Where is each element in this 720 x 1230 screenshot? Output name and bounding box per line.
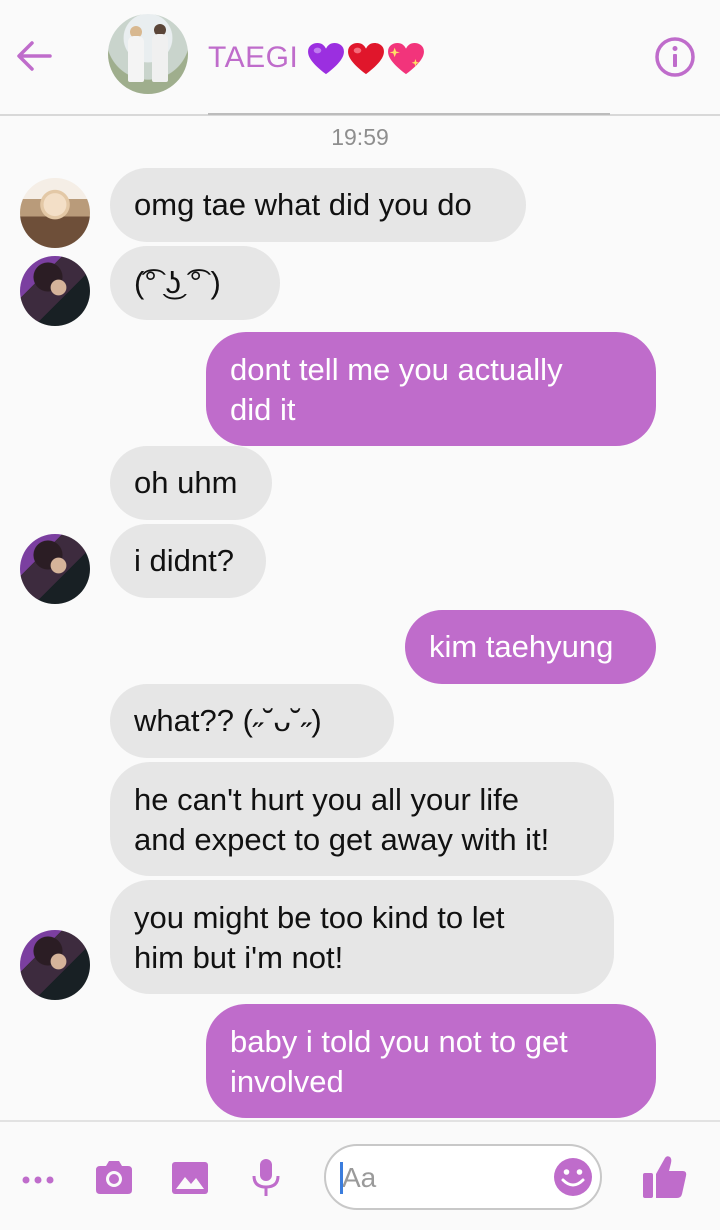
message-input[interactable] <box>340 1156 544 1200</box>
conversation-title[interactable]: TAEGI <box>208 36 298 80</box>
red-heart-icon <box>348 42 384 75</box>
message-text: kim taehyung <box>429 629 614 664</box>
message-bubble[interactable]: i didnt? <box>110 524 266 598</box>
message-text: you might be too kind to let <box>134 900 505 935</box>
message-text: involved <box>230 1064 344 1099</box>
thumbs-up-icon[interactable] <box>640 1152 690 1202</box>
message-text: he can't hurt you all your life <box>134 782 520 817</box>
emoji-icon[interactable] <box>552 1156 594 1198</box>
more-icon[interactable] <box>18 1156 62 1200</box>
camera-icon[interactable] <box>92 1156 136 1200</box>
sparkling-heart-icon <box>388 42 424 75</box>
message-text: did it <box>230 392 296 427</box>
text-caret <box>340 1162 343 1194</box>
message-bubble[interactable]: omg tae what did you do <box>110 168 526 242</box>
microphone-icon[interactable] <box>244 1156 288 1200</box>
sender-avatar[interactable] <box>20 256 90 326</box>
sender-avatar[interactable] <box>20 178 90 248</box>
message-text: and expect to get away with it! <box>134 822 550 857</box>
arrow-left-icon[interactable] <box>14 36 54 76</box>
header-divider <box>208 113 610 115</box>
sender-avatar[interactable] <box>20 930 90 1000</box>
message-bubble[interactable]: kim taehyung <box>405 610 656 684</box>
info-icon[interactable] <box>654 36 696 78</box>
message-input-container[interactable] <box>324 1144 602 1210</box>
message-text: baby i told you not to get <box>230 1024 568 1059</box>
message-text: omg tae what did you do <box>134 187 472 222</box>
sender-avatar[interactable] <box>20 534 90 604</box>
message-bubble[interactable]: what?? (˶˘ᴗ˘˶) <box>110 684 394 758</box>
group-avatar[interactable] <box>108 14 188 94</box>
message-text: dont tell me you actually <box>230 352 563 387</box>
message-bubble[interactable]: he can't hurt you all your life and expe… <box>110 762 614 876</box>
message-text: (͡° ͜ʖ ͡° ) <box>134 265 221 300</box>
message-text: i didnt? <box>134 543 234 578</box>
message-text: what?? (˶˘ᴗ˘˶) <box>134 703 322 738</box>
composer-bar <box>0 1120 720 1230</box>
purple-heart-icon <box>308 42 344 75</box>
message-bubble[interactable]: you might be too kind to let him but i'm… <box>110 880 614 994</box>
message-timestamp: 19:59 <box>331 124 389 150</box>
message-bubble[interactable]: baby i told you not to get involved <box>206 1004 656 1118</box>
message-bubble[interactable]: oh uhm <box>110 446 272 520</box>
chat-header: TAEGI <box>0 0 720 116</box>
message-bubble[interactable]: dont tell me you actually did it <box>206 332 656 446</box>
image-icon[interactable] <box>168 1156 212 1200</box>
message-bubble[interactable]: (͡° ͜ʖ ͡° ) <box>110 246 280 320</box>
title-emojis <box>307 42 425 76</box>
message-text: oh uhm <box>134 465 238 500</box>
message-text: him but i'm not! <box>134 940 344 975</box>
